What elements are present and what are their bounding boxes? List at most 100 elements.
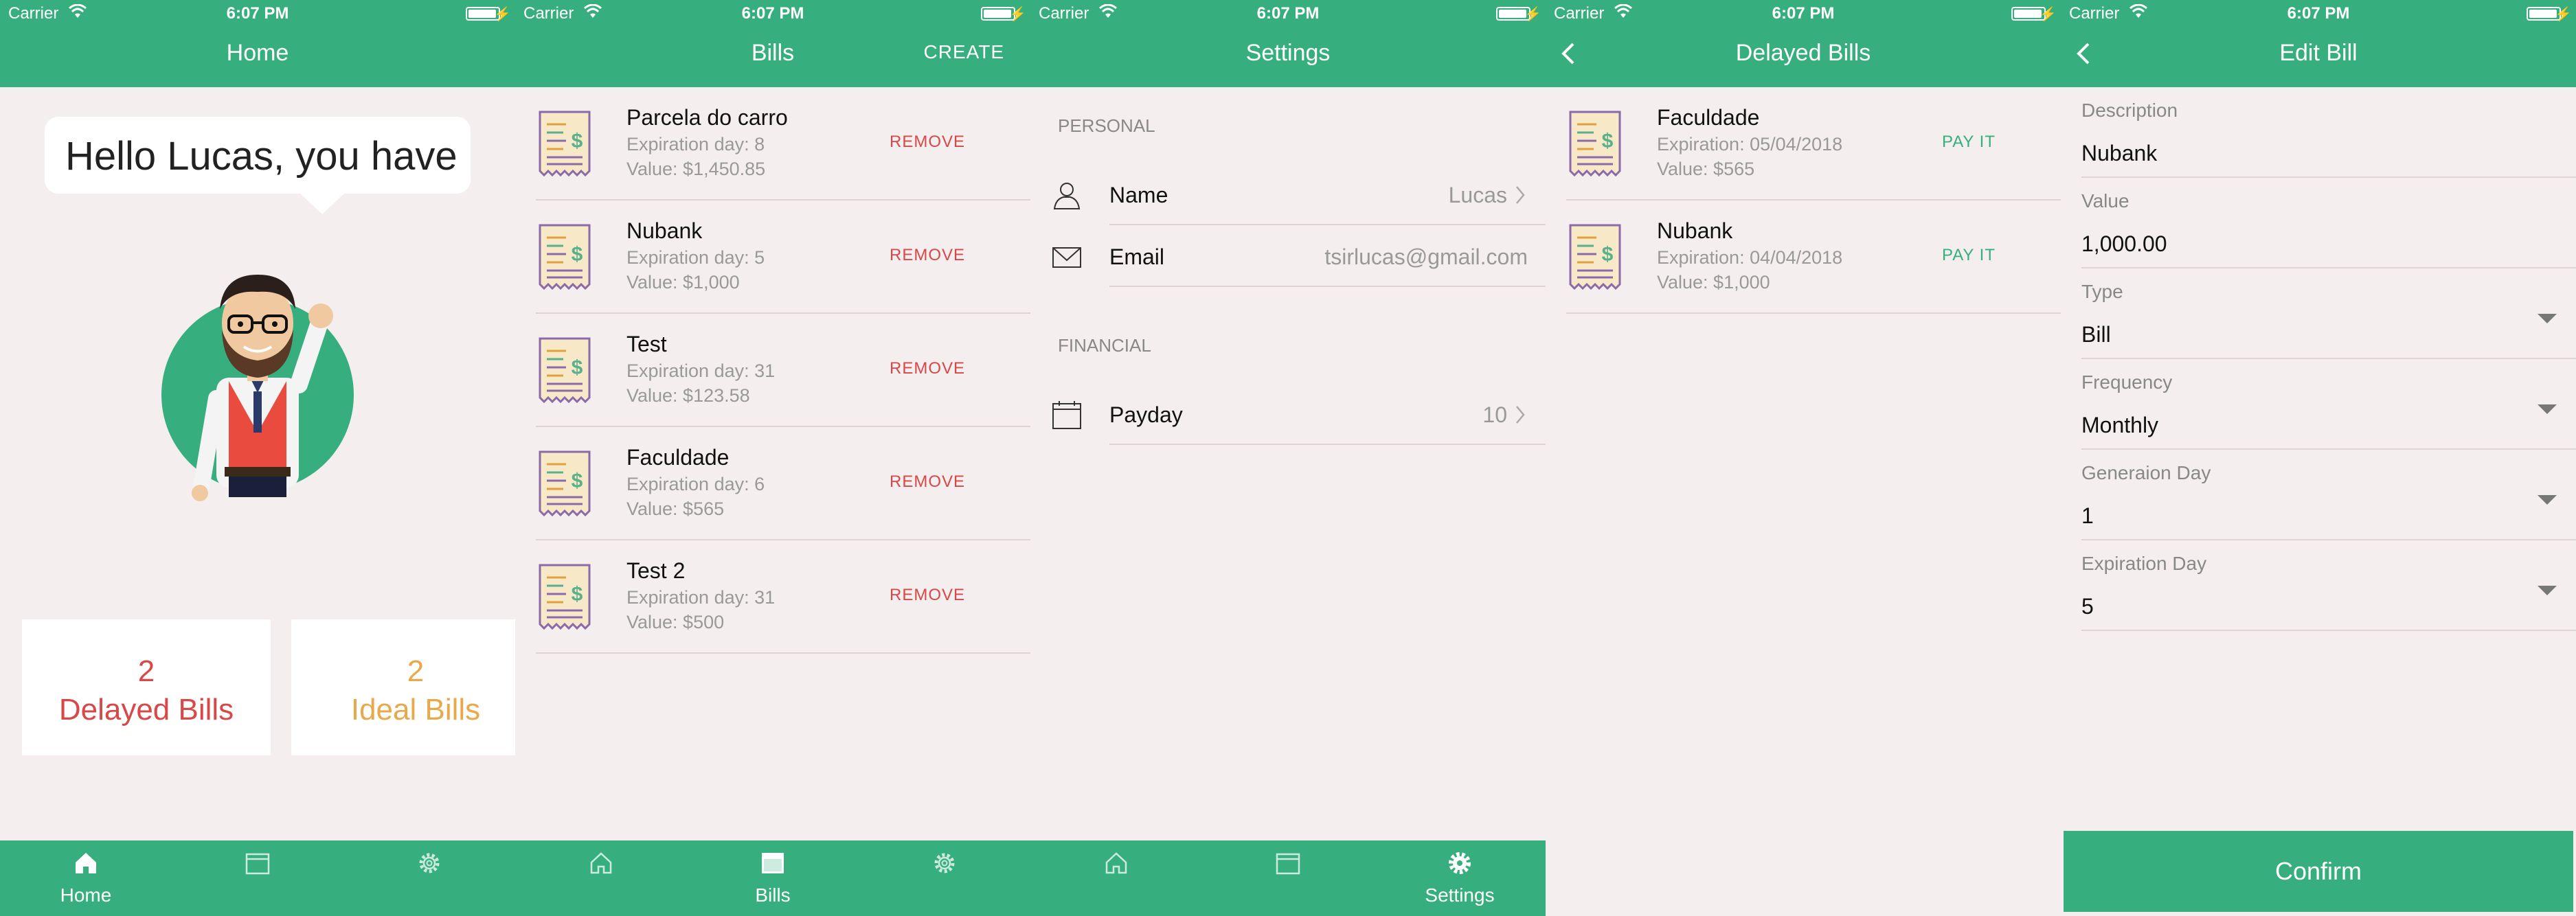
field-value[interactable]: 1 (2081, 503, 2094, 529)
delayed-label: Delayed Bills (58, 693, 234, 726)
delayed-bill-row[interactable]: $ Nubank Expiration: 04/04/2018 Value: $1,0… (1566, 201, 2061, 314)
remove-button[interactable]: REMOVE (890, 133, 965, 152)
remove-button[interactable]: REMOVE (890, 359, 965, 378)
bill-expiration: Expiration: 04/04/2018 (1657, 247, 1843, 268)
confirm-button[interactable]: Confirm (2064, 831, 2573, 912)
create-button[interactable]: CREATE (924, 41, 1005, 63)
svg-text:$: $ (572, 130, 583, 152)
tab-bills[interactable]: Bills (687, 840, 859, 916)
header: Carrier 6:07 PM ⚡ Home (0, 0, 515, 87)
setting-email-row[interactable]: Email tsirlucas@gmail.com (1044, 225, 1546, 287)
gear-icon (419, 853, 440, 873)
financial-section-header: FINANCIAL (1058, 335, 1151, 356)
tab-home[interactable]: Home (0, 840, 172, 916)
charging-icon: ⚡ (1524, 7, 1541, 22)
generaion-day-field[interactable]: Generaion Day 1 (2081, 450, 2576, 540)
receipt-icon: $ (539, 337, 591, 404)
ideal-label: Ideal Bills (350, 693, 481, 726)
field-label: Type (2081, 281, 2123, 302)
bill-expiration: Expiration day: 31 (626, 587, 776, 608)
field-label: Expiration Day (2081, 553, 2207, 574)
bill-value: Value: $1,000 (626, 272, 740, 293)
tab-bills[interactable] (1202, 840, 1374, 916)
dropdown-arrow-icon[interactable] (2538, 314, 2557, 323)
description-field[interactable]: Description Nubank (2081, 87, 2576, 178)
bill-value: Value: $565 (1657, 159, 1755, 179)
name-value: Lucas (1448, 183, 1507, 207)
svg-text:$: $ (572, 356, 583, 379)
home-icon (76, 853, 96, 873)
ideal-count: 2 (407, 654, 425, 688)
receipt-icon: $ (539, 564, 591, 630)
field-label: Frequency (2081, 371, 2173, 393)
tab-home-label: Home (60, 884, 112, 906)
clock: 6:07 PM (1772, 4, 1835, 23)
frequency-field[interactable]: Frequency Monthly (2081, 359, 2576, 450)
delayed-bill-row[interactable]: $ Faculdade Expiration: 05/04/2018 Value: $… (1566, 87, 2061, 201)
greeting-bubble: Hello Lucas, you have (45, 117, 471, 214)
bill-name: Nubank (626, 218, 703, 243)
tab-settings-label: Settings (1425, 884, 1495, 906)
bill-row[interactable]: $ Test 2 Expiration day: 31 Value: $500 REMO… (536, 540, 1030, 654)
bill-row[interactable]: $ Parcela do carro Expiration day: 8 Value:… (536, 87, 1030, 201)
field-label: Description (2081, 100, 2178, 121)
tab-home[interactable] (1030, 840, 1202, 916)
dropdown-arrow-icon[interactable] (2538, 586, 2557, 595)
bill-name: Test (626, 332, 667, 356)
chevron-right-icon (1516, 406, 1525, 424)
field-value[interactable]: 5 (2081, 594, 2094, 619)
dropdown-arrow-icon[interactable] (2538, 495, 2557, 505)
tab-home[interactable] (515, 840, 687, 916)
email-value: tsirlucas@gmail.com (1324, 244, 1528, 269)
receipt-icon: $ (539, 111, 591, 177)
charging-icon: ⚡ (2555, 7, 2572, 22)
tab-settings[interactable] (859, 840, 1030, 916)
clock: 6:07 PM (226, 4, 289, 23)
home-screen: Carrier 6:07 PM ⚡ Home Hello Lucas, you … (0, 0, 515, 916)
status-bar: Carrier 6:07 PM ⚡ (2061, 0, 2576, 27)
remove-button[interactable]: REMOVE (890, 472, 965, 492)
remove-button[interactable]: REMOVE (890, 246, 965, 265)
svg-text:$: $ (572, 470, 583, 492)
bill-row[interactable]: $ Faculdade Expiration day: 6 Value: $565 RE… (536, 427, 1030, 540)
bill-value: Value: $1,000 (1657, 272, 1770, 293)
tab-bar: Home (0, 840, 515, 916)
expiration-day-field[interactable]: Expiration Day 5 (2081, 540, 2576, 631)
value-field[interactable]: Value 1,000.00 (2081, 178, 2576, 268)
tab-settings[interactable] (343, 840, 515, 916)
dropdown-arrow-icon[interactable] (2538, 404, 2557, 414)
tab-bar: Settings (1030, 840, 1546, 916)
field-value[interactable]: 1,000.00 (2081, 231, 2167, 257)
pay-it-button[interactable]: PAY IT (1942, 246, 1996, 265)
delayed-count: 2 (137, 654, 155, 688)
remove-button[interactable]: REMOVE (890, 586, 965, 605)
clock: 6:07 PM (741, 4, 804, 23)
bill-row[interactable]: $ Test Expiration day: 31 Value: $123.58 REM… (536, 314, 1030, 427)
calendar-icon (245, 853, 270, 875)
mail-icon (1052, 247, 1081, 268)
field-value[interactable]: Nubank (2081, 141, 2157, 166)
status-bar: Carrier 6:07 PM ⚡ (515, 0, 1030, 27)
type-field[interactable]: Type Bill (2081, 268, 2576, 359)
tab-bills[interactable] (172, 840, 343, 916)
svg-text:$: $ (572, 243, 583, 266)
gear-icon (1449, 852, 1471, 874)
home-icon (590, 852, 612, 874)
receipt-icon: $ (1569, 111, 1621, 177)
bill-expiration: Expiration: 05/04/2018 (1657, 134, 1843, 154)
page-title: Edit Bill (2279, 40, 2358, 66)
bill-row[interactable]: $ Nubank Expiration day: 5 Value: $1,000 REM… (536, 201, 1030, 314)
page-title: Settings (1245, 40, 1331, 66)
field-value[interactable]: Bill (2081, 322, 2111, 347)
setting-name-row[interactable]: Name Lucas (1044, 163, 1546, 225)
svg-text:$: $ (572, 583, 583, 606)
field-value[interactable]: Monthly (2081, 413, 2158, 438)
pay-it-button[interactable]: PAY IT (1942, 133, 1996, 152)
delayed-bills-card[interactable]: 2 Delayed Bills (22, 619, 271, 755)
page-title: Home (226, 40, 289, 66)
setting-payday-row[interactable]: Payday 10 (1044, 383, 1546, 445)
tab-settings[interactable]: Settings (1374, 840, 1546, 916)
ideal-bills-card[interactable]: 2 Ideal Bills (291, 619, 515, 755)
header: Carrier 6:07 PM ⚡ Delayed Bills (1546, 0, 2061, 87)
header: Carrier 6:07 PM ⚡ Settings (1030, 0, 1546, 87)
